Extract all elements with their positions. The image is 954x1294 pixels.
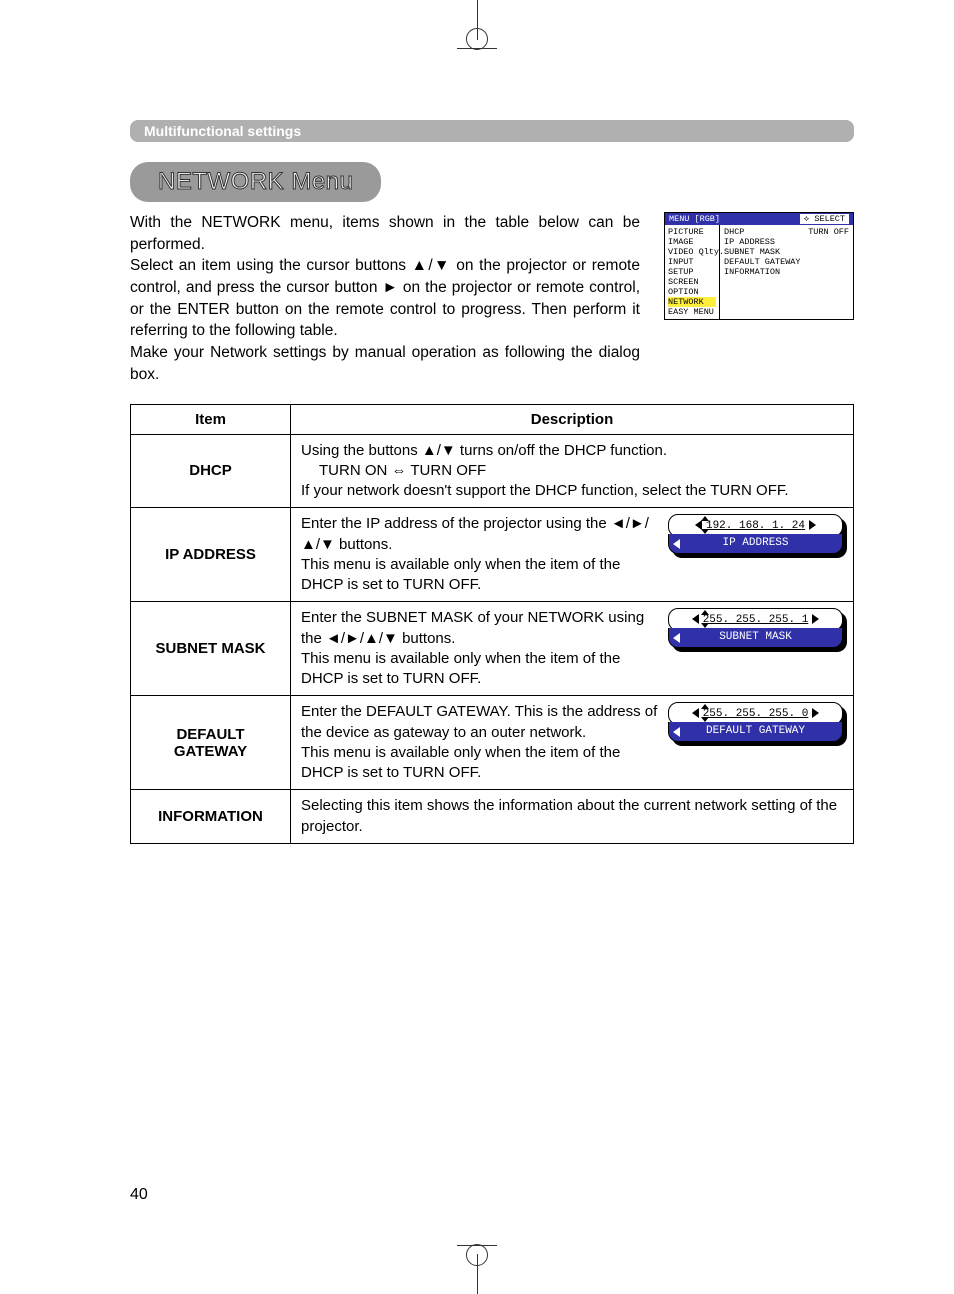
intro-p2: Select an item using the cursor buttons … [130,257,640,339]
osd-left-item: INPUT [668,257,716,267]
arrow-right-icon [812,708,819,718]
popup-label: IP ADDRESS [668,534,843,554]
popup-value: 255. 255. 255. 0 [703,708,809,720]
page-title: NETWORK Menu [130,162,381,202]
item-gateway: DEFAULT GATEWAY [131,696,291,790]
settings-table: Item Description DHCP Using the buttons … [130,404,854,844]
intro-p3: Make your Network settings by manual ope… [130,344,640,383]
osd-select-label: ⟡ SELECT [800,214,849,224]
popup-label: DEFAULT GATEWAY [668,722,843,742]
intro-p1: With the NETWORK menu, items shown in th… [130,214,640,253]
osd-left-item: SCREEN [668,277,716,287]
popup-subnet: 255. 255. 255. 1 SUBNET MASK [668,608,843,648]
desc-text: Enter the SUBNET MASK of your NETWORK us… [301,608,658,649]
desc-text: Selecting this item shows the informatio… [291,790,854,844]
table-head-desc: Description [291,404,854,434]
osd-left-item: EASY MENU [668,307,716,317]
item-ip: IP ADDRESS [131,508,291,602]
page-number: 40 [130,1186,148,1204]
table-head-item: Item [131,404,291,434]
osd-right-label: DEFAULT GATEWAY [724,257,801,267]
table-row: IP ADDRESS Enter the IP address of the p… [131,508,854,602]
osd-left-item: OPTION [668,287,716,297]
section-header: Multifunctional settings [130,120,854,142]
crop-circle-bottom [466,1244,488,1266]
table-row: DEFAULT GATEWAY Enter the DEFAULT GATEWA… [131,696,854,790]
desc-text: This menu is available only when the ite… [301,649,658,690]
desc-text: Enter the DEFAULT GATEWAY. This is the a… [301,702,658,743]
item-dhcp: DHCP [131,434,291,508]
osd-left-item: SETUP [668,267,716,277]
arrow-left-icon [692,708,699,718]
osd-left-item: PICTURE [668,227,716,237]
osd-screenshot: MENU [RGB] ⟡ SELECT PICTURE IMAGE VIDEO … [664,212,854,320]
popup-gateway: 255. 255. 255. 0 DEFAULT GATEWAY [668,702,843,742]
desc-text: This menu is available only when the ite… [301,555,658,596]
osd-left-item: VIDEO Qlty. [668,247,716,257]
popup-value: 192. 168. 1. 24 [706,520,805,532]
desc-text: Using the buttons ▲/▼ turns on/off the D… [301,441,843,461]
osd-right-panel: DHCP TURN OFF IP ADDRESS SUBNET MASK DEFA… [720,225,853,319]
desc-text: Enter the IP address of the projector us… [301,514,658,555]
arrow-right-icon [809,520,816,530]
popup-ip: 192. 168. 1. 24 IP ADDRESS [668,514,843,554]
desc-text: This menu is available only when the ite… [301,743,658,784]
popup-label: SUBNET MASK [668,628,843,648]
osd-right-label: SUBNET MASK [724,247,780,257]
osd-left-panel: PICTURE IMAGE VIDEO Qlty. INPUT SETUP SC… [665,225,720,319]
arrow-left-icon [692,614,699,624]
item-subnet: SUBNET MASK [131,602,291,696]
table-row: INFORMATION Selecting this item shows th… [131,790,854,844]
popup-value: 255. 255. 255. 1 [703,614,809,626]
desc-text: If your network doesn't support the DHCP… [301,481,843,501]
table-row: DHCP Using the buttons ▲/▼ turns on/off … [131,434,854,508]
osd-right-label: INFORMATION [724,267,780,277]
osd-left-item-active: NETWORK [668,297,716,307]
osd-right-label: IP ADDRESS [724,237,775,247]
toggle-text: TURN ON ⇔ TURN OFF [301,461,843,481]
osd-menu-label: MENU [RGB] [669,214,720,224]
osd-right-value: TURN OFF [808,227,849,237]
osd-left-item: IMAGE [668,237,716,247]
item-info: INFORMATION [131,790,291,844]
osd-right-label: DHCP [724,227,744,237]
table-row: SUBNET MASK Enter the SUBNET MASK of you… [131,602,854,696]
intro-text: With the NETWORK menu, items shown in th… [130,212,640,386]
arrow-right-icon [812,614,819,624]
